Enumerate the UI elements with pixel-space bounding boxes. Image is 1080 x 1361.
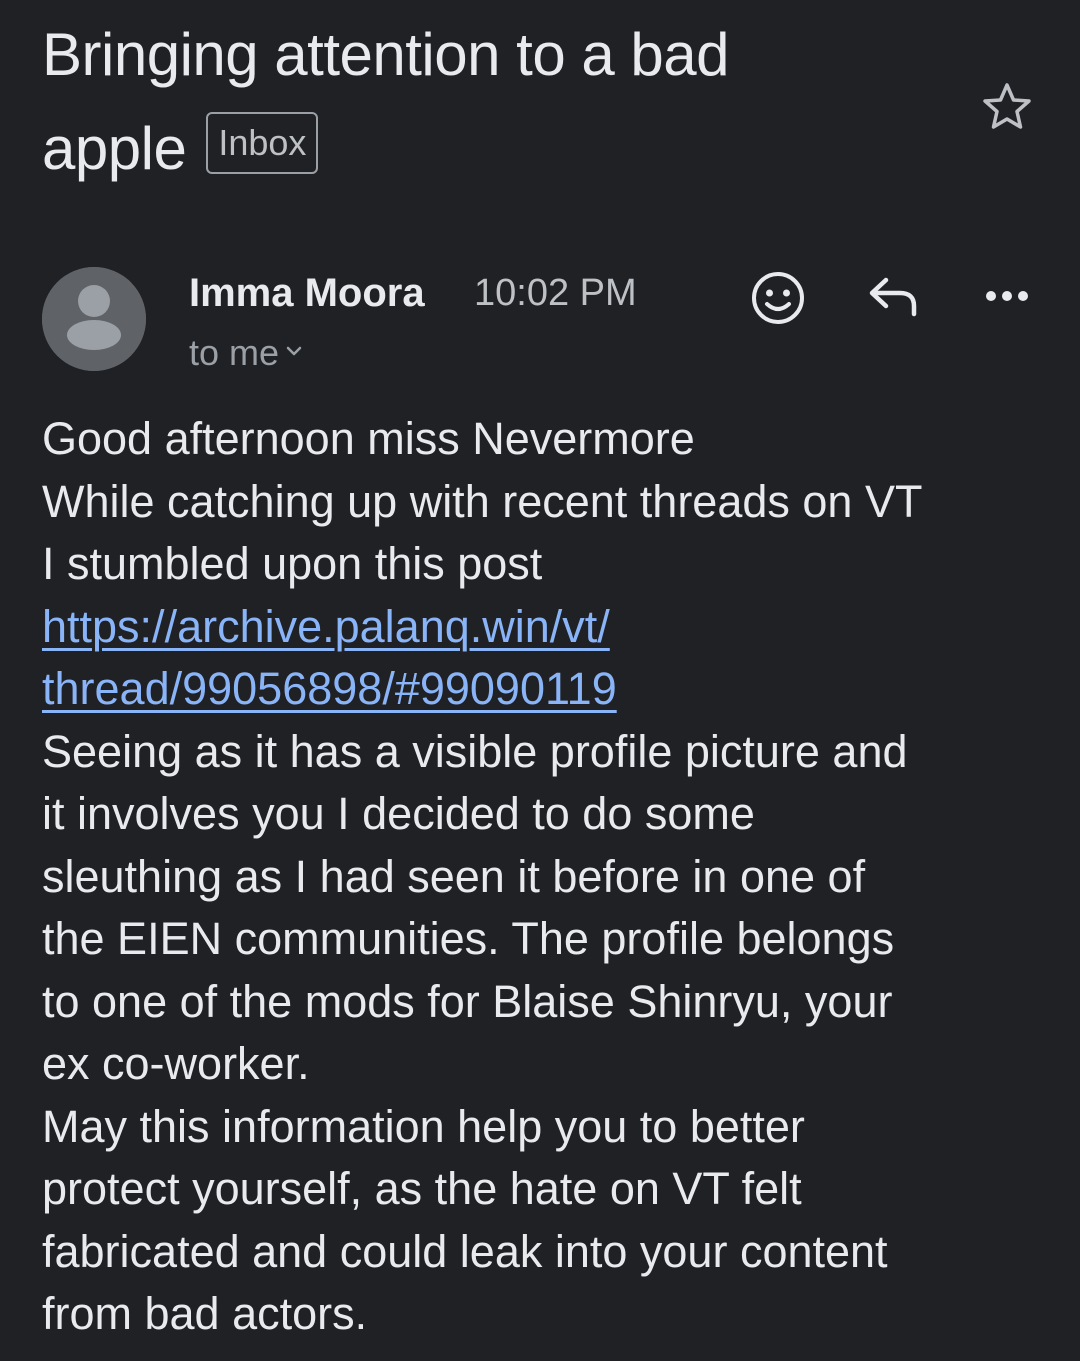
star-icon[interactable] [980,82,1034,130]
body-link-line: thread/99056898/#99090119 [42,658,1052,721]
sender-avatar[interactable] [42,267,146,371]
body-line: protect yourself, as the hate on VT felt [42,1163,802,1214]
body-line: it involves you I decided to do some [42,788,755,839]
body-line: I stumbled upon this post [42,538,543,589]
body-line: May this information help you to better [42,1100,805,1152]
email-body: Good afternoon miss Nevermore While catc… [42,408,1052,1346]
sender-name[interactable]: Imma Moora [189,268,425,318]
archive-link-part-2[interactable]: thread/99056898/#99090119 [42,663,617,714]
body-line: the EIEN communities. The profile belong… [42,913,895,964]
body-line: Seeing as it has a visible profile pictu… [42,725,908,777]
subject-line-1: Bringing attention to a bad [42,21,730,89]
more-horizontal-icon [986,291,1028,301]
person-icon [42,267,146,371]
inbox-label-chip[interactable]: Inbox [206,112,319,175]
body-line: ex co-worker. [42,1038,310,1089]
more-options-button[interactable] [984,284,1030,308]
body-line: fabricated and could leak into your cont… [42,1225,888,1277]
recipient-label: to me [189,332,280,373]
reply-icon [869,277,917,317]
body-line: from bad actors. [42,1288,368,1339]
subject-line-2: apple [42,115,187,183]
chevron-down-icon [286,347,302,356]
body-line: sleuthing as I had seen it before in one… [42,850,866,902]
body-line: Good afternoon miss Nevermore [42,413,695,464]
smiley-icon [752,272,804,324]
body-line: While catching up with recent threads on… [42,475,923,527]
email-subject: Bringing attention to a bad apple Inbox [42,6,942,194]
body-link-line: https://archive.palanq.win/vt/ [42,596,1052,659]
add-reaction-button[interactable] [748,268,808,328]
archive-link-part-1[interactable]: https://archive.palanq.win/vt/ [42,601,610,652]
reply-button[interactable] [866,274,920,320]
recipient-details-toggle[interactable]: to me [189,330,303,376]
body-line: to one of the mods for Blaise Shinryu, y… [42,975,893,1027]
sent-time: 10:02 PM [474,272,637,314]
